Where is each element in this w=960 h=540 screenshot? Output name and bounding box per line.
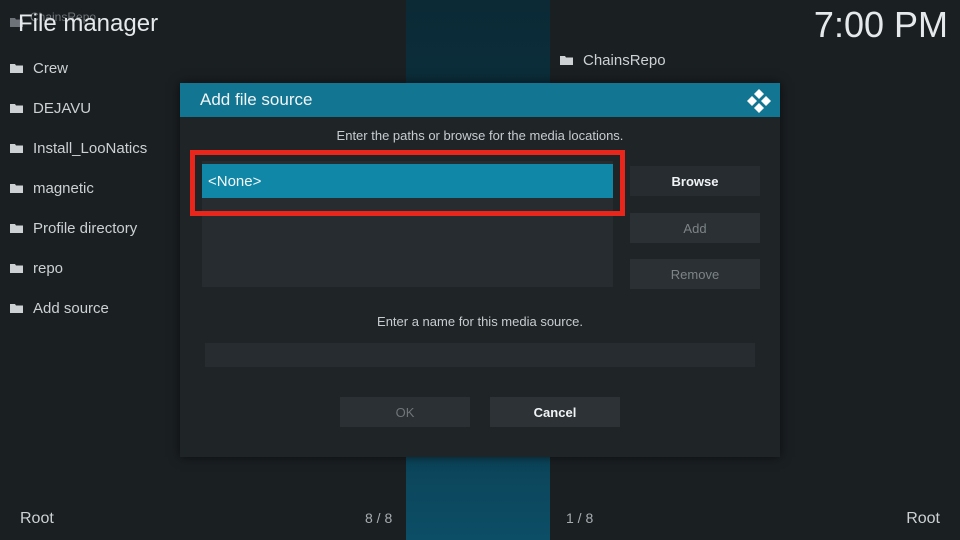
cancel-button[interactable]: Cancel xyxy=(490,397,620,427)
list-item[interactable]: Install_LooNatics xyxy=(10,128,147,168)
right-item-count: 1 / 8 xyxy=(566,510,594,526)
left-location: Root xyxy=(20,510,54,527)
remove-button[interactable]: Remove xyxy=(630,259,760,289)
left-file-list: Crew DEJAVU Install_LooNatics magnetic P… xyxy=(10,48,147,328)
list-item-label: Add source xyxy=(33,299,109,317)
folder-icon xyxy=(10,303,23,313)
folder-icon xyxy=(10,143,23,153)
folder-icon xyxy=(560,55,573,65)
add-button[interactable]: Add xyxy=(630,213,760,243)
name-instruction: Enter a name for this media source. xyxy=(377,314,583,329)
paths-instruction: Enter the paths or browse for the media … xyxy=(336,128,624,143)
list-item[interactable]: ChainsRepo xyxy=(560,48,666,72)
kodi-logo-icon xyxy=(746,88,772,114)
folder-icon xyxy=(10,103,23,113)
list-item-label: DEJAVU xyxy=(33,99,92,117)
list-item-label: Profile directory xyxy=(33,219,138,237)
list-item-label: Install_LooNatics xyxy=(33,139,148,157)
highlight-box xyxy=(190,150,625,216)
right-location: Root xyxy=(906,510,940,527)
left-item-count: 8 / 8 xyxy=(365,510,393,526)
dialog-header: Add file source xyxy=(180,83,780,117)
list-item-label: magnetic xyxy=(33,179,94,197)
list-item[interactable]: repo xyxy=(10,248,147,288)
list-item[interactable]: Crew xyxy=(10,48,147,88)
ok-button[interactable]: OK xyxy=(340,397,470,427)
list-item[interactable]: DEJAVU xyxy=(10,88,147,128)
list-item-label: ChainsRepo xyxy=(583,51,666,69)
folder-icon xyxy=(10,223,23,233)
right-file-list: ChainsRepo xyxy=(560,48,666,72)
list-item-label: Crew xyxy=(33,59,69,77)
add-file-source-dialog: Add file source Enter the paths or brows… xyxy=(180,83,780,457)
browse-button[interactable]: Browse xyxy=(630,166,760,196)
dialog-title: Add file source xyxy=(200,90,313,109)
folder-icon xyxy=(10,183,23,193)
source-name-field[interactable] xyxy=(205,343,755,367)
list-item-label: repo xyxy=(33,259,64,277)
page-title: File manager xyxy=(18,10,159,37)
folder-icon xyxy=(10,263,23,273)
list-item[interactable]: magnetic xyxy=(10,168,147,208)
folder-icon xyxy=(10,63,23,73)
list-item[interactable]: Add source xyxy=(10,288,147,328)
clock: 7:00 PM xyxy=(813,4,948,45)
list-item[interactable]: Profile directory xyxy=(10,208,147,248)
